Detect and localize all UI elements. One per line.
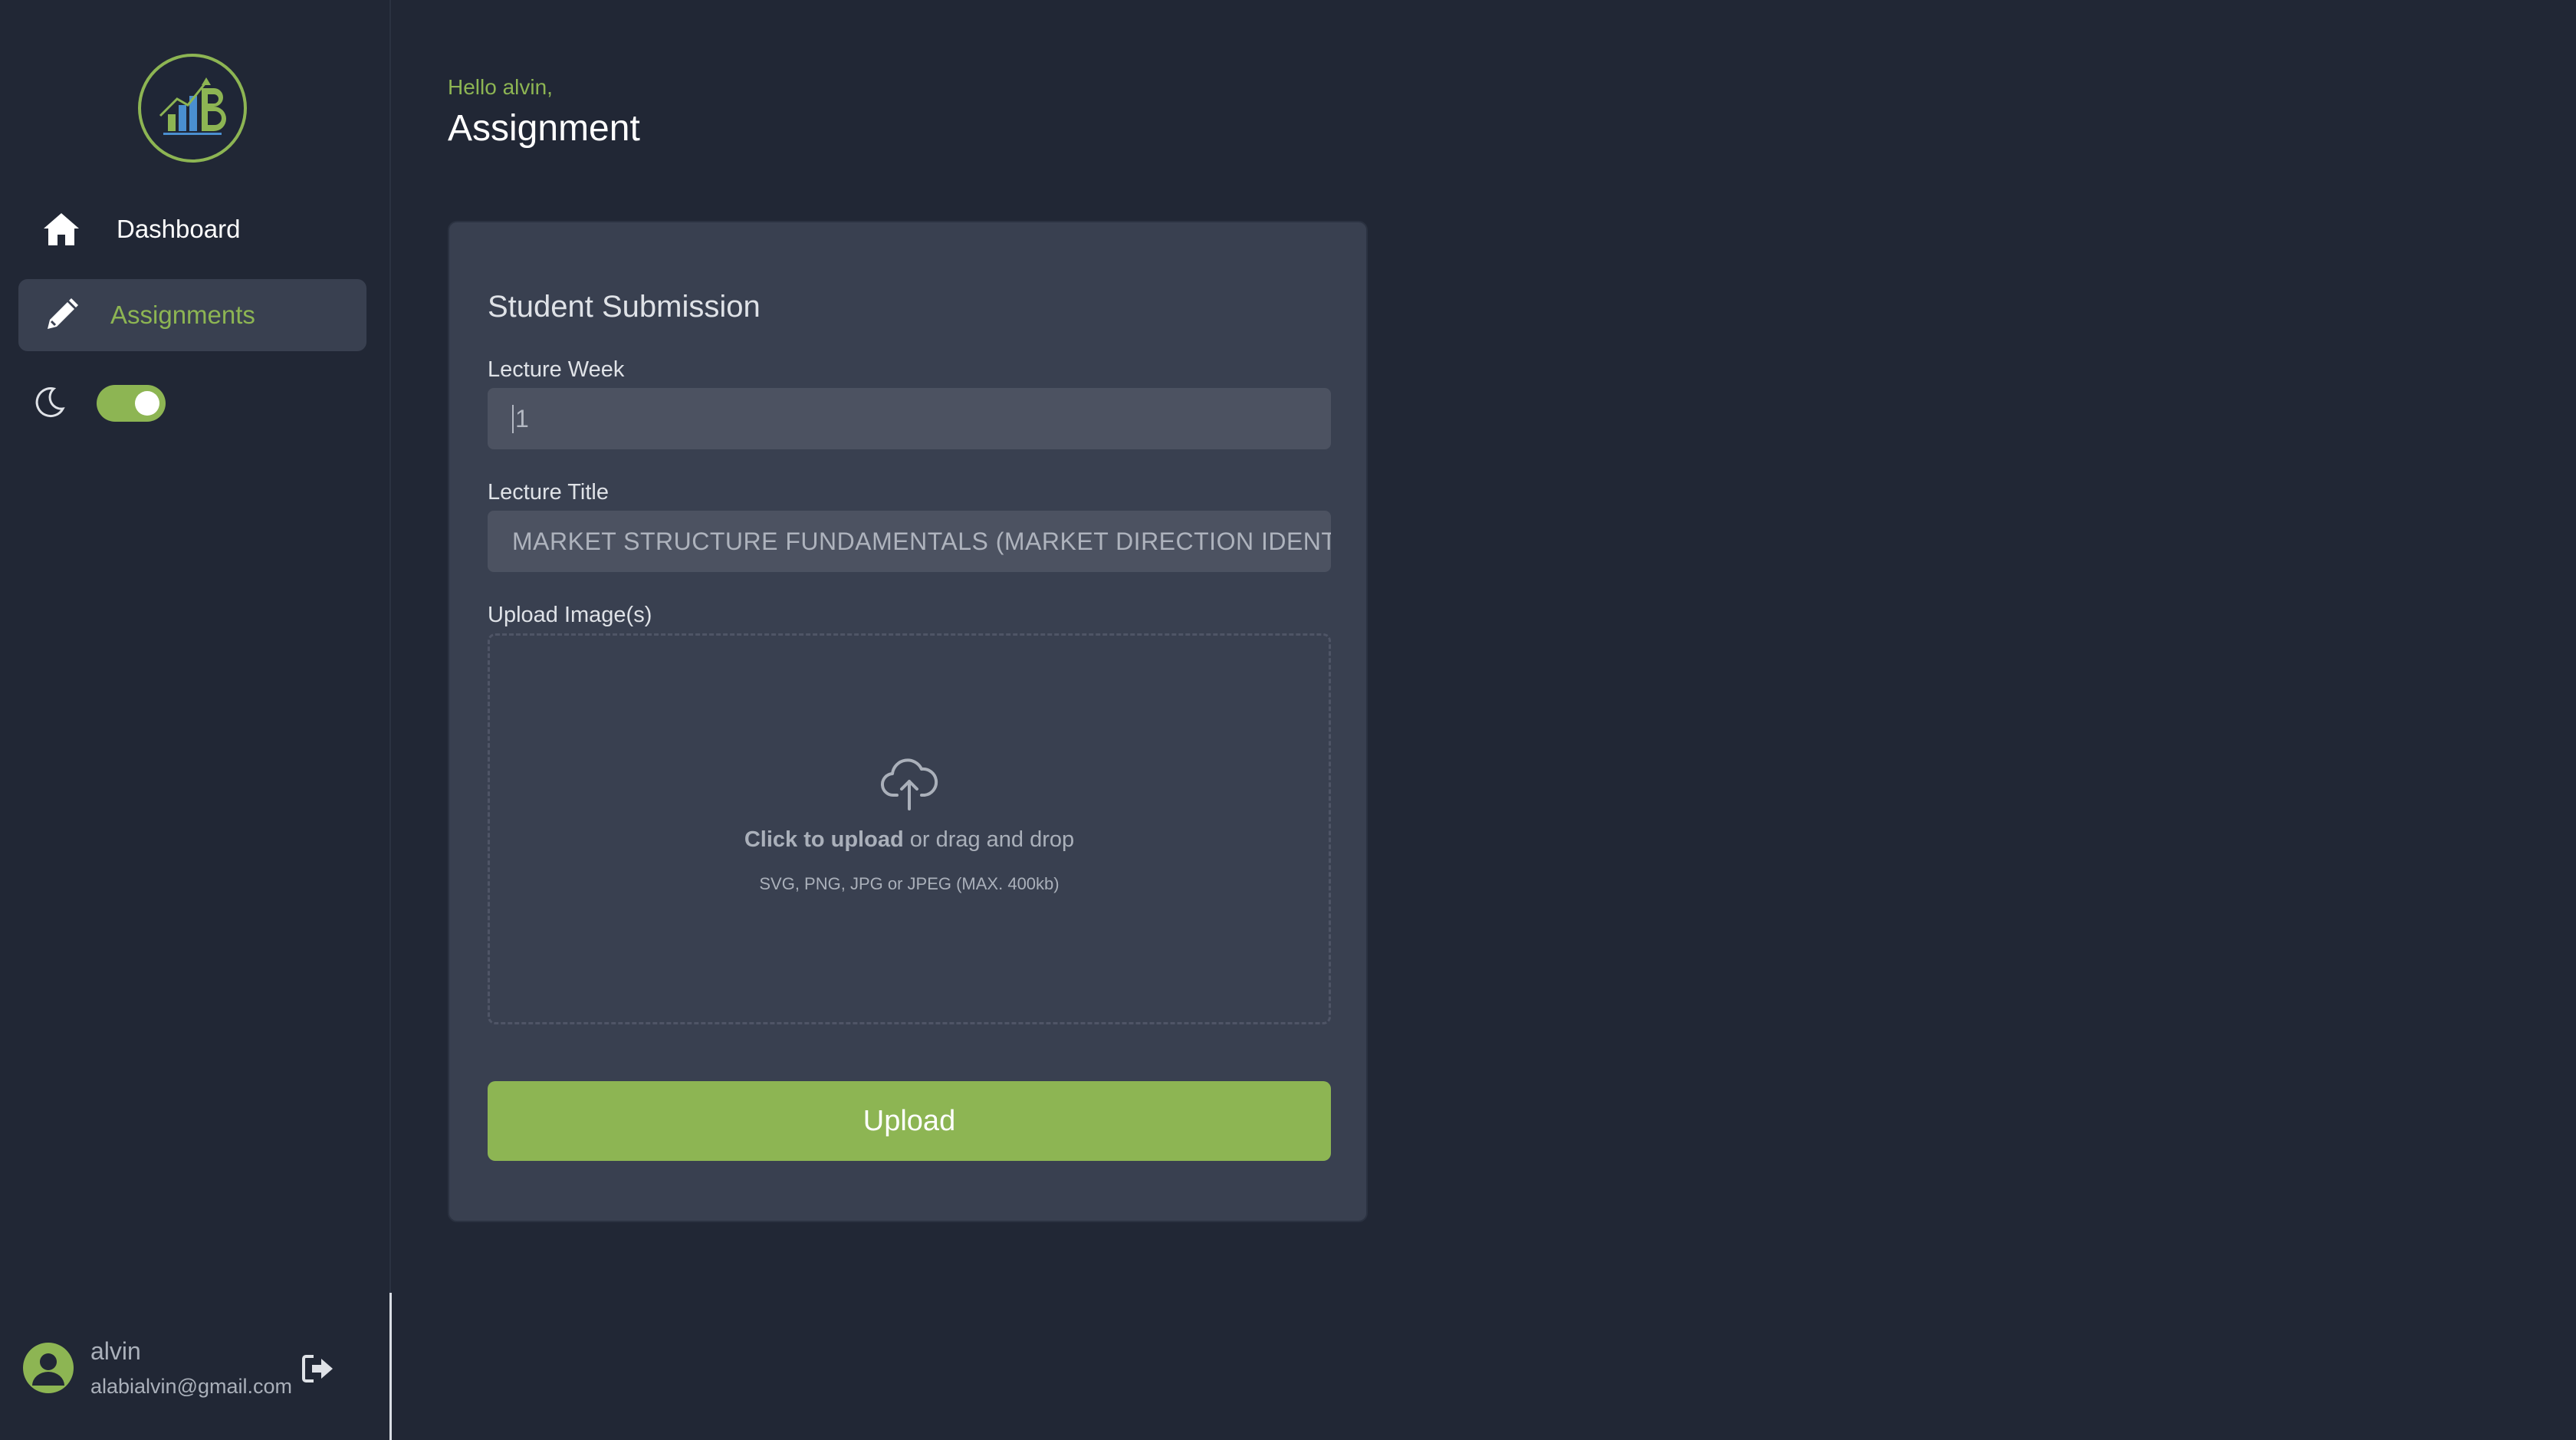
theme-switcher bbox=[34, 380, 166, 426]
user-name: alvin bbox=[90, 1337, 141, 1365]
card-title: Student Submission bbox=[488, 290, 761, 324]
user-icon[interactable] bbox=[23, 1343, 74, 1393]
app-root: Dashboard Assignments alvin alabialvin@g… bbox=[0, 0, 2576, 1440]
click-to-upload-link[interactable]: Click to upload bbox=[744, 827, 904, 852]
dark-mode-toggle[interactable] bbox=[97, 385, 166, 422]
sidebar-item-label: Dashboard bbox=[117, 215, 241, 243]
upload-button[interactable]: Upload bbox=[488, 1081, 1331, 1161]
lecture-title-label: Lecture Title bbox=[488, 480, 609, 505]
upload-dropzone[interactable]: Click to upload or drag and drop SVG, PN… bbox=[488, 633, 1331, 1024]
sidebar-item-assignments[interactable]: Assignments bbox=[18, 279, 366, 351]
upload-instructions: Click to upload or drag and drop bbox=[744, 827, 1074, 853]
sidebar-item-label: Assignments bbox=[110, 301, 255, 329]
lecture-week-label: Lecture Week bbox=[488, 357, 625, 382]
greeting: Hello alvin, bbox=[448, 75, 553, 99]
home-icon bbox=[38, 206, 84, 252]
sidebar-divider bbox=[389, 1293, 392, 1440]
sidebar: Dashboard Assignments alvin alabialvin@g… bbox=[0, 0, 391, 1440]
submission-card: Student Submission Lecture Week 1 Lectur… bbox=[448, 221, 1368, 1222]
upload-images-label: Upload Image(s) bbox=[488, 603, 652, 627]
user-profile: alvin alabialvin@gmail.com bbox=[23, 1331, 360, 1405]
moon-icon bbox=[34, 386, 66, 422]
lecture-title-input[interactable]: MARKET STRUCTURE FUNDAMENTALS (MARKET DI… bbox=[488, 511, 1331, 572]
lecture-week-input[interactable]: 1 bbox=[488, 388, 1331, 449]
drag-drop-text: or drag and drop bbox=[903, 827, 1075, 852]
pencil-icon bbox=[38, 292, 84, 338]
lecture-week-value: 1 bbox=[512, 404, 529, 433]
chart-logo-icon[interactable] bbox=[138, 54, 247, 163]
logout-icon[interactable] bbox=[299, 1351, 337, 1386]
sidebar-item-dashboard[interactable]: Dashboard bbox=[18, 193, 366, 265]
user-email: alabialvin@gmail.com bbox=[90, 1375, 293, 1398]
user-info: alvin alabialvin@gmail.com bbox=[90, 1337, 292, 1399]
cloud-upload-icon bbox=[879, 752, 940, 814]
upload-file-hint: SVG, PNG, JPG or JPEG (MAX. 400kb) bbox=[759, 873, 1060, 893]
toggle-knob bbox=[135, 391, 159, 416]
page-title: Assignment bbox=[448, 108, 640, 149]
